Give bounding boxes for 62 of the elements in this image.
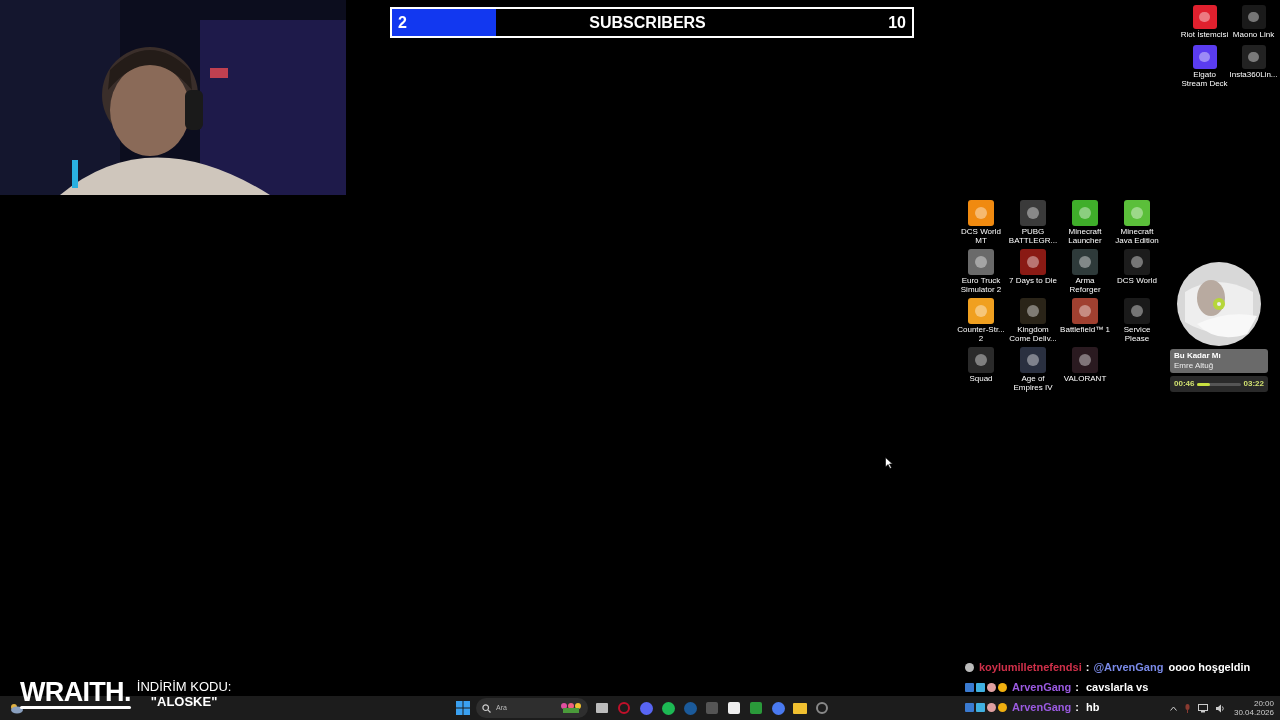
chat-separator: : bbox=[1085, 660, 1090, 674]
icon-label: Kingdom Come Deliv... bbox=[1008, 325, 1058, 343]
monitor-icon[interactable] bbox=[1197, 703, 1208, 713]
icon-label: Minecraft Launcher bbox=[1067, 227, 1103, 245]
goal-target: 10 bbox=[888, 12, 906, 33]
mouse-cursor-icon bbox=[885, 457, 893, 469]
avatar-icon bbox=[965, 662, 974, 672]
icon-label: Euro Truck Simulator 2 bbox=[959, 276, 1003, 294]
icon-label: Battlefield™ 1 bbox=[1060, 325, 1110, 334]
icon-label: Counter-Str... 2 bbox=[956, 325, 1006, 343]
icon-label: Minecraft Java Edition bbox=[1114, 227, 1160, 245]
app-icon[interactable] bbox=[1020, 200, 1046, 226]
chat-username: koylumilletnefendsi bbox=[979, 660, 1082, 674]
chat-username: ArvenGang bbox=[1012, 680, 1072, 694]
app-icon[interactable] bbox=[1192, 45, 1217, 69]
weather-cloud-icon bbox=[8, 702, 24, 714]
goal-label: SUBSCRIBERS bbox=[588, 12, 707, 33]
app-icon[interactable] bbox=[1241, 45, 1266, 69]
icon-label: Maono Link bbox=[1232, 30, 1275, 39]
song-artist: Emre Altuğ bbox=[1174, 361, 1215, 371]
chat-separator: : bbox=[1075, 680, 1079, 694]
icon-label: Elgato Stream Deck bbox=[1180, 70, 1229, 88]
app-icon[interactable] bbox=[1020, 347, 1046, 373]
chat-message: hb bbox=[1085, 700, 1100, 714]
app-icon[interactable] bbox=[1241, 5, 1266, 29]
app-icon[interactable] bbox=[1124, 298, 1150, 324]
icon-label: Service Please bbox=[1122, 325, 1152, 343]
discount-caption: İNDİRİM KODU: bbox=[136, 678, 232, 694]
app-icon[interactable] bbox=[1192, 5, 1217, 29]
chat-username: ArvenGang bbox=[1012, 700, 1072, 714]
chevron-up-icon[interactable] bbox=[1169, 705, 1177, 711]
app-icon[interactable] bbox=[1020, 298, 1046, 324]
icon-label: DCS World bbox=[1117, 276, 1157, 285]
icon-label: 7 Days to Die bbox=[1009, 276, 1057, 285]
icon-label: Insta360Lin... bbox=[1229, 70, 1278, 79]
icon-label: Riot İstemcisi bbox=[1180, 30, 1229, 39]
chat-message: oooo hoşgeldin bbox=[1168, 660, 1251, 674]
speaker-icon[interactable] bbox=[1215, 703, 1226, 713]
search-icon bbox=[482, 703, 491, 713]
app-icon[interactable] bbox=[1072, 249, 1098, 275]
microphone-icon[interactable] bbox=[1184, 703, 1190, 713]
icon-label: DCS World MT bbox=[960, 227, 1002, 245]
total-time: 03:22 bbox=[1243, 378, 1264, 390]
app-icon[interactable] bbox=[968, 347, 994, 373]
song-title: Bu Kadar Mı bbox=[1174, 351, 1222, 361]
brand-logo-text: WRAITH. bbox=[20, 678, 131, 706]
app-icon[interactable] bbox=[1124, 249, 1150, 275]
app-icon[interactable] bbox=[1072, 347, 1098, 373]
goal-current: 2 bbox=[398, 12, 407, 33]
icon-label: VALORANT bbox=[1063, 374, 1107, 383]
chat-message: cavslarla vs bbox=[1085, 680, 1149, 694]
icon-label: Squad bbox=[969, 374, 993, 383]
elapsed-time: 00:46 bbox=[1174, 378, 1195, 390]
chat-mention: @ArvenGang bbox=[1093, 660, 1164, 674]
windows-start-icon[interactable] bbox=[456, 701, 470, 715]
tulips-drawing bbox=[560, 702, 582, 714]
icon-label: Arma Reforger bbox=[1068, 276, 1102, 294]
icon-label: PUBG BATTLEGR... bbox=[1007, 227, 1059, 245]
clock[interactable]: 20:00 30.04.2026 bbox=[1233, 699, 1274, 717]
discount-code: "ALOSKE" bbox=[150, 693, 218, 709]
chat-separator: : bbox=[1075, 700, 1079, 714]
icon-label: Age of Empires IV bbox=[1012, 374, 1054, 392]
